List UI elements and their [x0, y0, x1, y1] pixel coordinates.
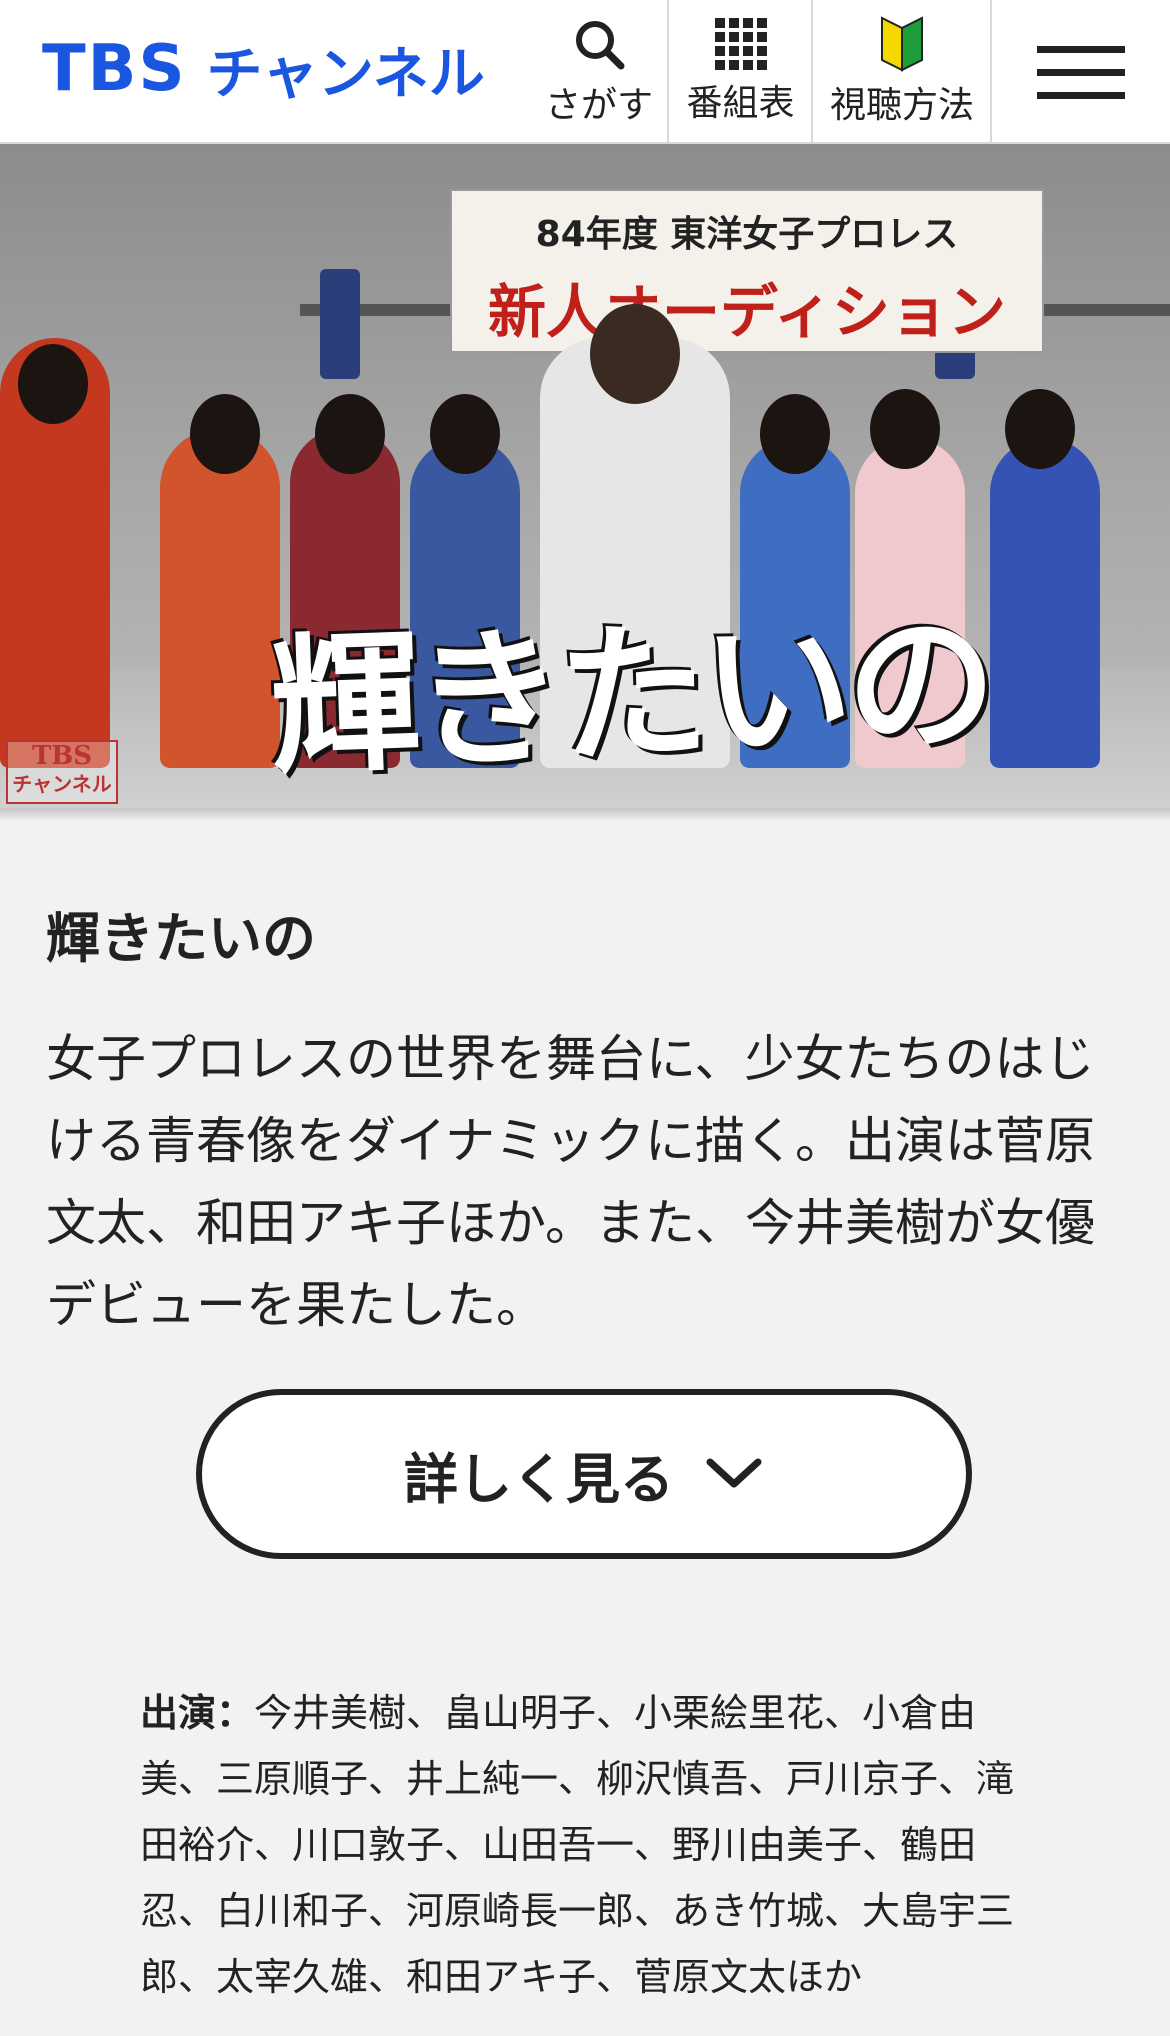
show-more-label: 詳しく見る [404, 1447, 674, 1511]
how-to-watch-nav-button[interactable]: 視聴方法 [811, 0, 991, 144]
beginner-mark-icon [881, 16, 923, 72]
hero-head [190, 394, 260, 474]
how-to-watch-nav-label: 視聴方法 [829, 85, 974, 126]
grid-icon [714, 18, 767, 70]
hero-head [760, 394, 830, 474]
hero-banner-line1: 84年度 東洋女子プロレス [535, 214, 959, 255]
site-header: TBS チャンネル さがす 番組表 視聴方法 [0, 0, 1170, 144]
hero-shadow [0, 808, 1170, 822]
hero-overlay-title: 輝きたいの [267, 594, 994, 796]
menu-button[interactable] [990, 0, 1170, 144]
hero-person [990, 438, 1100, 768]
logo-text-tbs: TBS [42, 32, 187, 106]
program-title: 輝きたいの [46, 907, 316, 970]
program-guide-nav-button[interactable]: 番組表 [667, 0, 812, 144]
hamburger-menu-icon [1037, 30, 1125, 115]
hero-head [315, 394, 385, 474]
hero-banner-line2: 新人オーディション [488, 278, 1006, 346]
hero-banner: 84年度 東洋女子プロレス 新人オーディション [450, 189, 1044, 353]
program-description: 女子プロレスの世界を舞台に、少女たちのはじける青春像をダイナミックに描く。出演は… [46, 1030, 1095, 1334]
show-more-button[interactable]: 詳しく見る [196, 1389, 972, 1559]
hero-head [430, 394, 500, 474]
hero-head [1005, 389, 1075, 469]
program-guide-nav-label: 番組表 [686, 83, 795, 124]
hero-person [160, 428, 280, 768]
hero-watermark-tbs: TBS [31, 741, 93, 771]
cast-label: 出演： [140, 1691, 255, 1735]
hero-head [590, 304, 680, 404]
logo-text-channel: チャンネル [206, 41, 485, 107]
bottom-fade [0, 2010, 1170, 2036]
search-nav-button[interactable]: さがす [530, 0, 668, 144]
hero-barbell-plate-left [320, 269, 360, 379]
hero-watermark-logo: TBS チャンネル [6, 740, 118, 804]
search-nav-label: さがす [544, 85, 653, 126]
search-icon [576, 21, 625, 70]
hero-head [18, 344, 88, 424]
chevron-down-icon [706, 1458, 762, 1488]
hero-watermark-channel: チャンネル [12, 772, 112, 796]
cast-list: 出演：今井美樹、畠山明子、小栗絵里花、小倉由美、三原順子、井上純一、柳沢慎吾、戸… [140, 1680, 1040, 2036]
program-hero-image: 84年度 東洋女子プロレス 新人オーディション 輝きたいの TBS チャンネル [0, 144, 1170, 808]
cast-names: 今井美樹、畠山明子、小栗絵里花、小倉由美、三原順子、井上純一、柳沢慎吾、戸川京子… [140, 1691, 1015, 1999]
hero-head [870, 389, 940, 469]
tbs-channel-logo[interactable]: TBS チャンネル [42, 24, 485, 114]
